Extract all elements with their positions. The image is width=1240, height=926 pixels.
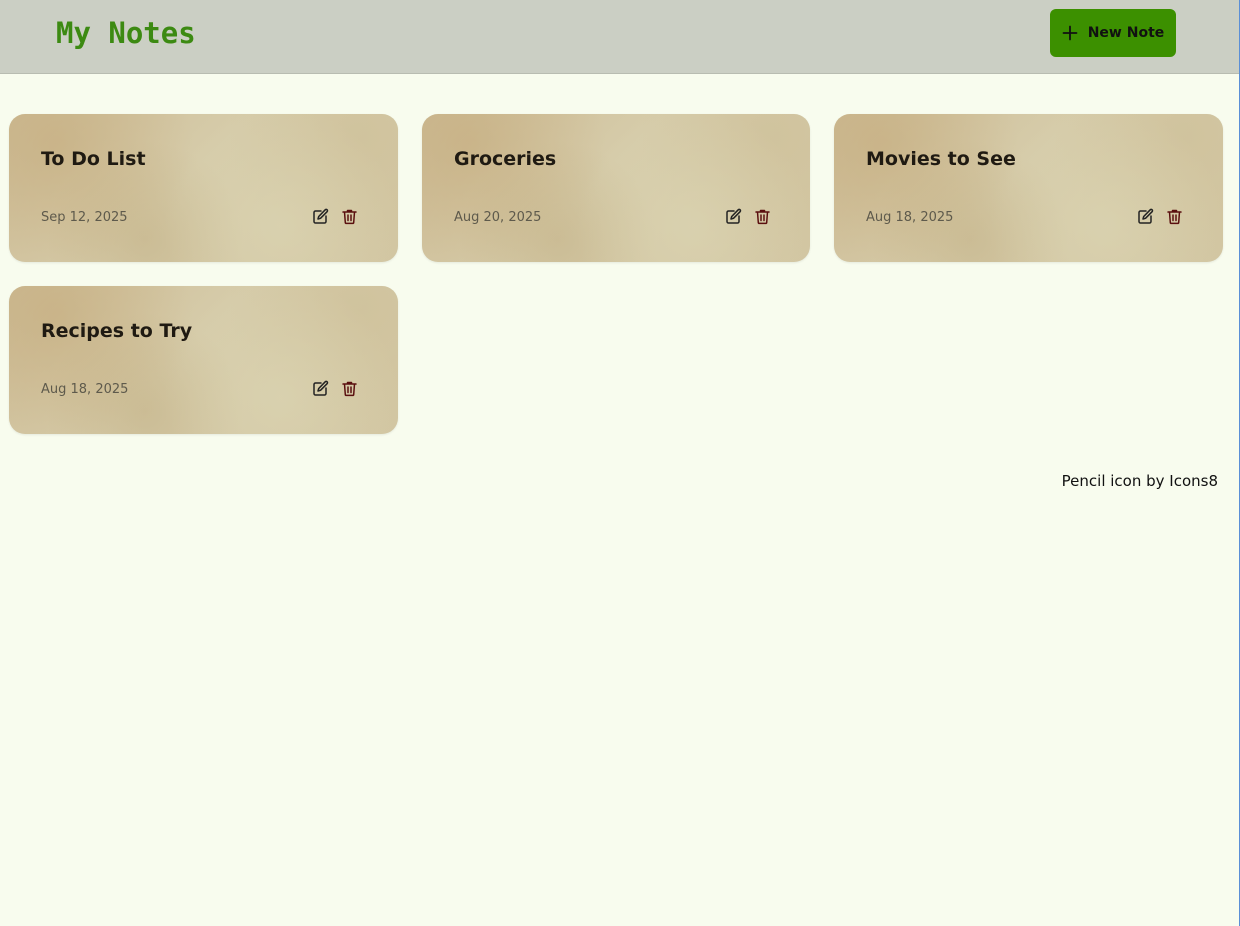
note-date: Aug 18, 2025 — [866, 210, 954, 225]
edit-icon[interactable] — [1137, 208, 1154, 225]
trash-icon[interactable] — [341, 208, 358, 225]
edit-icon[interactable] — [312, 380, 329, 397]
note-card[interactable]: To Do List Sep 12, 2025 — [9, 114, 398, 262]
trash-icon[interactable] — [341, 380, 358, 397]
note-title: Movies to See — [866, 148, 1016, 170]
note-actions — [725, 208, 771, 225]
note-card[interactable]: Recipes to Try Aug 18, 2025 — [9, 286, 398, 434]
header-bar: My Notes New Note — [0, 0, 1239, 74]
note-date: Sep 12, 2025 — [41, 210, 128, 225]
app-title: My Notes — [56, 16, 196, 50]
notes-grid: To Do List Sep 12, 2025 Groceries Aug 20… — [9, 114, 1223, 434]
note-title: Recipes to Try — [41, 320, 193, 342]
note-card[interactable]: Movies to See Aug 18, 2025 — [834, 114, 1223, 262]
note-date: Aug 20, 2025 — [454, 210, 542, 225]
note-card[interactable]: Groceries Aug 20, 2025 — [422, 114, 810, 262]
edit-icon[interactable] — [725, 208, 742, 225]
note-title: To Do List — [41, 148, 146, 170]
plus-icon — [1062, 25, 1078, 41]
new-note-label: New Note — [1087, 25, 1165, 41]
edit-icon[interactable] — [312, 208, 329, 225]
trash-icon[interactable] — [1166, 208, 1183, 225]
note-actions — [312, 208, 358, 225]
note-date: Aug 18, 2025 — [41, 382, 129, 397]
app-window: My Notes New Note To Do List Sep 12, 202… — [0, 0, 1240, 926]
icon-credit: Pencil icon by Icons8 — [1061, 472, 1218, 490]
note-actions — [1137, 208, 1183, 225]
note-title: Groceries — [454, 148, 557, 170]
note-actions — [312, 380, 358, 397]
new-note-button[interactable]: New Note — [1050, 9, 1176, 57]
trash-icon[interactable] — [754, 208, 771, 225]
